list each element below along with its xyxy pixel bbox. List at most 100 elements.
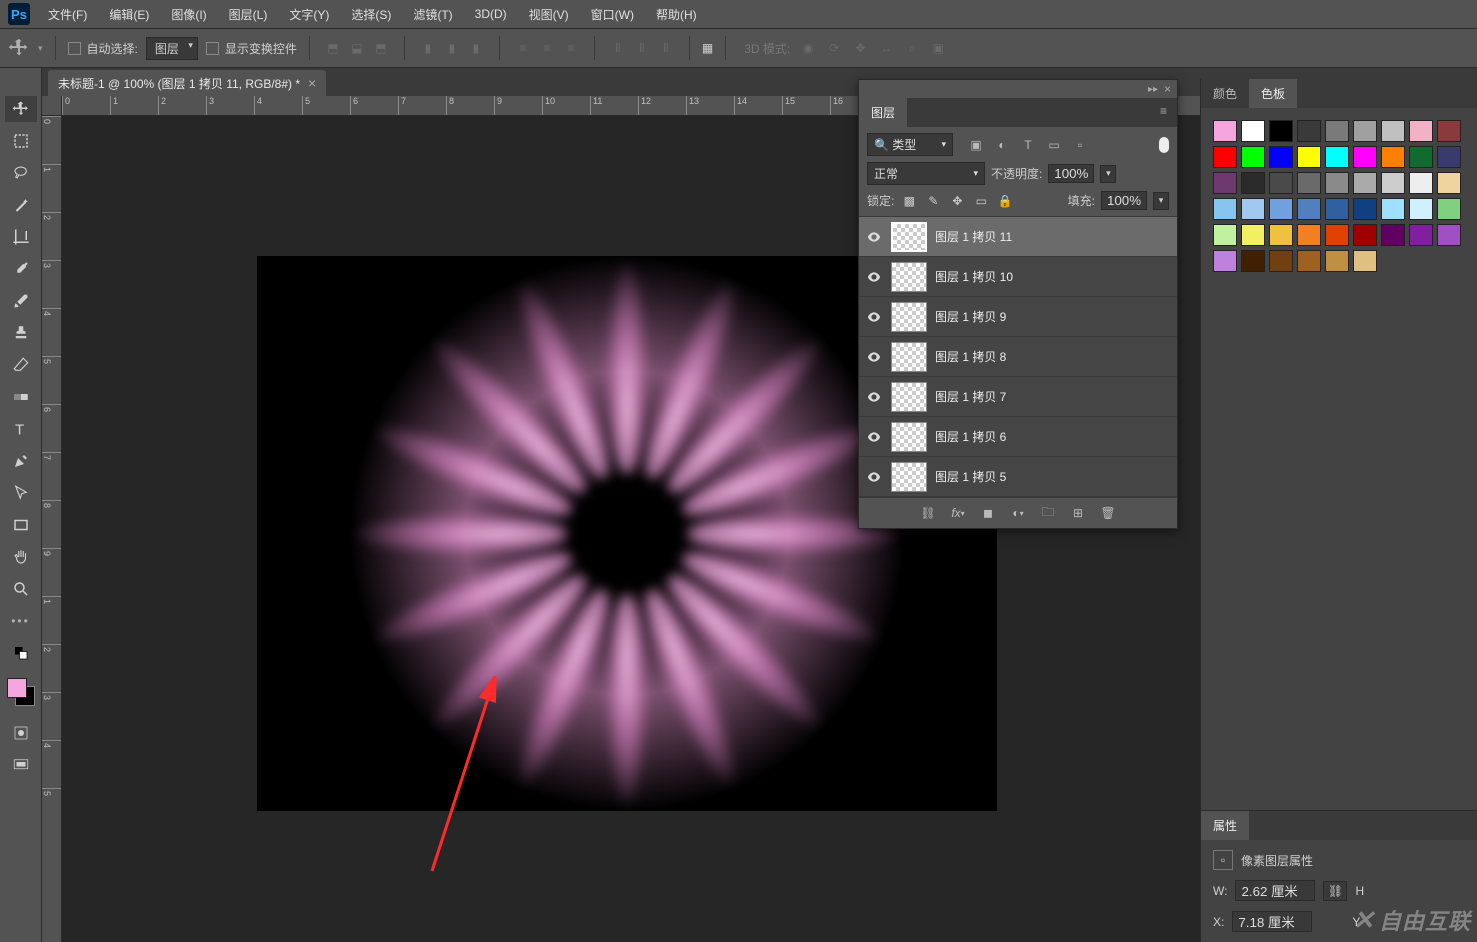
filter-type-icon[interactable]: T [1019, 136, 1037, 154]
layer-thumbnail[interactable] [891, 382, 927, 412]
menu-filter[interactable]: 滤镜(T) [409, 3, 456, 26]
menu-select[interactable]: 选择(S) [347, 3, 395, 26]
dist-hcenter-icon[interactable]: ⦀ [631, 37, 653, 59]
align-bottom-icon[interactable]: ⬒ [370, 37, 392, 59]
color-swatch[interactable] [1297, 224, 1321, 246]
lock-artboard-icon[interactable]: ▭ [972, 192, 990, 210]
marquee-tool[interactable] [5, 128, 37, 154]
visibility-icon[interactable] [865, 268, 883, 286]
color-swatch[interactable] [1325, 198, 1349, 220]
gradient-tool[interactable] [5, 384, 37, 410]
color-swatch[interactable] [1325, 146, 1349, 168]
zoom-tool[interactable] [5, 576, 37, 602]
color-swatch[interactable] [1409, 224, 1433, 246]
menu-type[interactable]: 文字(Y) [285, 3, 333, 26]
lock-position-icon[interactable]: ✥ [948, 192, 966, 210]
panel-close-icon[interactable]: × [1164, 82, 1171, 96]
layer-row[interactable]: 图层 1 拷贝 10 [859, 257, 1177, 297]
layer-name[interactable]: 图层 1 拷贝 8 [935, 348, 1006, 365]
color-swatch[interactable] [1241, 224, 1265, 246]
tab-swatches[interactable]: 色板 [1249, 79, 1297, 108]
new-layer-icon[interactable]: ⊞ [1069, 504, 1087, 522]
path-select-tool[interactable] [5, 480, 37, 506]
filter-smart-icon[interactable]: ▫ [1071, 136, 1089, 154]
lasso-tool[interactable] [5, 160, 37, 186]
color-swatch[interactable] [1437, 146, 1461, 168]
brush-tool[interactable] [5, 288, 37, 314]
color-swatch[interactable] [1297, 198, 1321, 220]
opacity-input[interactable] [1048, 164, 1094, 183]
color-swatch[interactable] [1213, 224, 1237, 246]
color-swatch[interactable] [1269, 250, 1293, 272]
layer-list[interactable]: 图层 1 拷贝 11 图层 1 拷贝 10 图层 1 拷贝 9 图层 1 拷贝 8 图层… [859, 217, 1177, 497]
auto-select-checkbox[interactable]: 自动选择: [68, 40, 138, 57]
layer-name[interactable]: 图层 1 拷贝 6 [935, 428, 1006, 445]
default-colors-icon[interactable] [5, 640, 37, 666]
dist-left-icon[interactable]: ⦀ [607, 37, 629, 59]
align-right-icon[interactable]: ▮ [465, 37, 487, 59]
color-swatch[interactable] [1213, 172, 1237, 194]
zoom3d-icon[interactable]: ⌕ [902, 38, 922, 58]
edit-toolbar[interactable]: ••• [5, 608, 37, 634]
layer-thumbnail[interactable] [891, 222, 927, 252]
color-swatch[interactable] [1353, 146, 1377, 168]
layer-name[interactable]: 图层 1 拷贝 10 [935, 268, 1013, 285]
color-swatch[interactable] [1409, 146, 1433, 168]
tab-layers[interactable]: 图层 [859, 98, 907, 127]
layer-filter-select[interactable]: 🔍 类型▾ [867, 133, 953, 156]
move-tool[interactable] [5, 96, 37, 122]
color-swatch[interactable] [1297, 120, 1321, 142]
foreground-color-swatch[interactable] [7, 678, 27, 698]
show-transform-checkbox[interactable]: 显示变换控件 [206, 40, 297, 57]
filter-shape-icon[interactable]: ▭ [1045, 136, 1063, 154]
layer-row[interactable]: 图层 1 拷贝 11 [859, 217, 1177, 257]
menu-help[interactable]: 帮助(H) [652, 3, 701, 26]
layer-fx-icon[interactable]: fx▾ [949, 504, 967, 522]
color-swatch[interactable] [1353, 172, 1377, 194]
ruler-vertical[interactable]: 012345678912345 [42, 116, 62, 942]
dist-top-icon[interactable]: ≡ [512, 37, 534, 59]
screenmode-icon[interactable] [5, 752, 37, 778]
visibility-icon[interactable] [865, 308, 883, 326]
layer-row[interactable]: 图层 1 拷贝 7 [859, 377, 1177, 417]
eyedropper-tool[interactable] [5, 256, 37, 282]
x-input[interactable] [1232, 911, 1312, 932]
color-swatch[interactable] [1437, 172, 1461, 194]
align-left-icon[interactable]: ▮ [417, 37, 439, 59]
color-swatch[interactable] [1297, 172, 1321, 194]
menu-3d[interactable]: 3D(D) [471, 4, 511, 24]
tab-properties[interactable]: 属性 [1201, 811, 1249, 840]
visibility-icon[interactable] [865, 428, 883, 446]
close-icon[interactable]: × [308, 75, 316, 91]
menu-image[interactable]: 图像(I) [167, 3, 210, 26]
color-swatch[interactable] [1325, 250, 1349, 272]
color-swatch[interactable] [1381, 224, 1405, 246]
align-hcenter-icon[interactable]: ▮ [441, 37, 463, 59]
color-swatch[interactable] [1325, 120, 1349, 142]
layer-name[interactable]: 图层 1 拷贝 11 [935, 228, 1012, 245]
layer-row[interactable]: 图层 1 拷贝 5 [859, 457, 1177, 497]
stamp-tool[interactable] [5, 320, 37, 346]
dist-vcenter-icon[interactable]: ≡ [536, 37, 558, 59]
link-dimensions-icon[interactable]: ⛓ [1323, 881, 1347, 901]
lock-all-icon[interactable]: 🔒 [996, 192, 1014, 210]
filter-adjust-icon[interactable]: ◐ [993, 136, 1011, 154]
color-swatch[interactable] [1325, 172, 1349, 194]
filter-pixel-icon[interactable]: ▣ [967, 136, 985, 154]
group-icon[interactable]: 🗀 [1039, 504, 1057, 522]
layer-name[interactable]: 图层 1 拷贝 5 [935, 468, 1006, 485]
color-swatch[interactable] [1325, 224, 1349, 246]
layer-name[interactable]: 图层 1 拷贝 9 [935, 308, 1006, 325]
layer-row[interactable]: 图层 1 拷贝 6 [859, 417, 1177, 457]
collapse-icon[interactable]: ▸▸ [1148, 84, 1158, 95]
color-swatch[interactable] [1353, 250, 1377, 272]
menu-view[interactable]: 视图(V) [525, 3, 573, 26]
lock-pixels-icon[interactable]: ✎ [924, 192, 942, 210]
delete-layer-icon[interactable]: 🗑 [1099, 504, 1117, 522]
layer-thumbnail[interactable] [891, 342, 927, 372]
layer-row[interactable]: 图层 1 拷贝 9 [859, 297, 1177, 337]
color-swatch[interactable] [1381, 172, 1405, 194]
dist-bottom-icon[interactable]: ≡ [560, 37, 582, 59]
dist-right-icon[interactable]: ⦀ [655, 37, 677, 59]
pen-tool[interactable] [5, 448, 37, 474]
